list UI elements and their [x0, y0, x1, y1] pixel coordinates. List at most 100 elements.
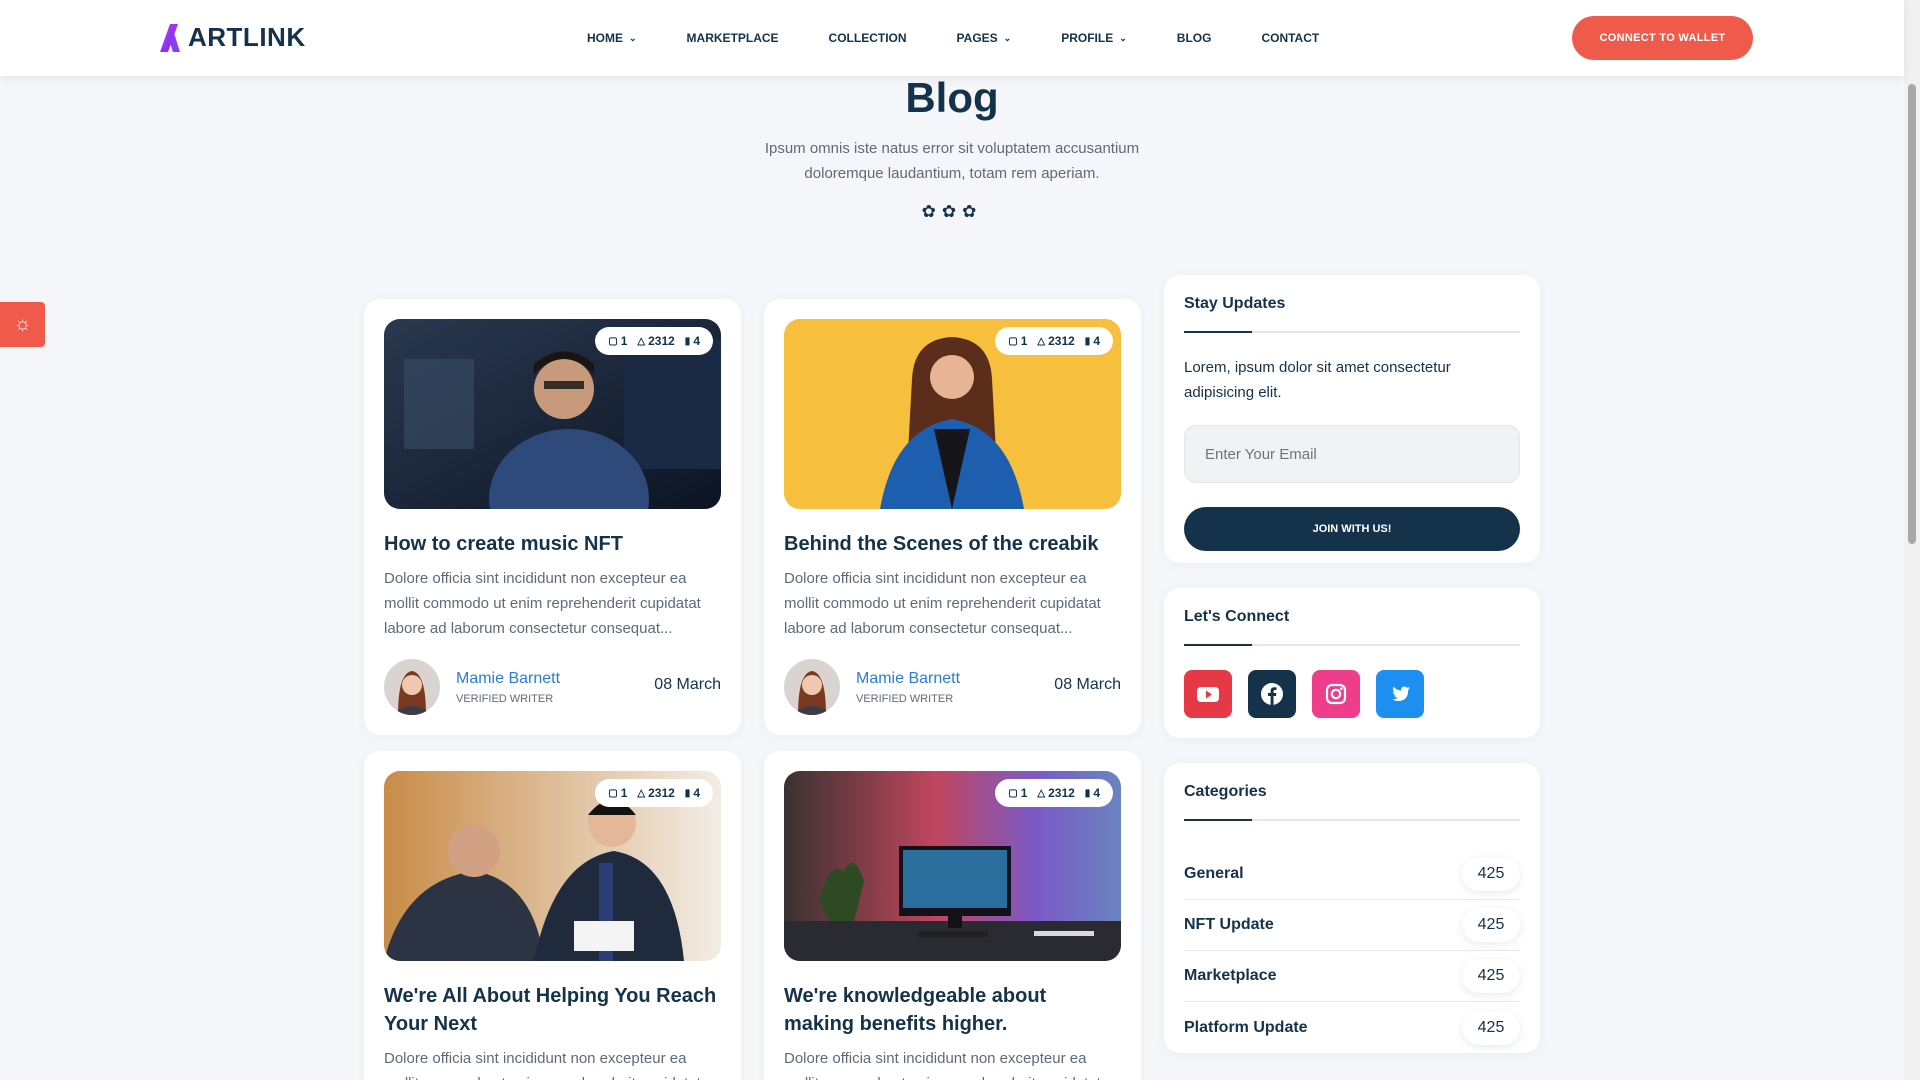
widget-title: Categories	[1184, 783, 1267, 800]
connect-widget: Let's Connect	[1164, 588, 1540, 738]
nav-collection-label: COLLECTION	[828, 31, 907, 45]
likes-count: 2312	[1048, 786, 1075, 800]
twitter-link[interactable]	[1376, 670, 1424, 718]
post-stats: ▢ 1 △ 2312 ▮ 4	[595, 779, 713, 807]
nav-pages[interactable]: PAGES ⌄	[957, 31, 1012, 45]
likes-stat: △ 2312	[637, 334, 674, 348]
likes-stat: △ 2312	[637, 786, 674, 800]
site-header: ARTLINK HOME ⌄ MARKETPLACE COLLECTION PA…	[0, 0, 1904, 76]
flame-icon: △	[637, 787, 646, 799]
instagram-link[interactable]	[1312, 670, 1360, 718]
comment-icon: ▢	[1008, 787, 1018, 799]
category-item[interactable]: Platform Update 425	[1184, 1002, 1520, 1053]
logo-text: ARTLINK	[188, 22, 306, 52]
youtube-link[interactable]	[1184, 670, 1232, 718]
chevron-down-icon: ⌄	[629, 32, 637, 43]
logo-icon	[160, 23, 180, 52]
post-image[interactable]: ▢ 1 △ 2312 ▮ 4	[384, 319, 721, 509]
blog-card[interactable]: ▢ 1 △ 2312 ▮ 4 We're knowledgeable about ma…	[764, 751, 1141, 1080]
comment-icon: ▢	[1008, 335, 1018, 347]
flame-icon: △	[637, 335, 646, 347]
nav-home[interactable]: HOME ⌄	[587, 31, 637, 45]
shares-stat: ▮ 4	[1085, 786, 1100, 800]
post-title[interactable]: How to create music NFT	[384, 530, 721, 558]
category-item[interactable]: Marketplace 425	[1184, 951, 1520, 1002]
post-image[interactable]: ▢ 1 △ 2312 ▮ 4	[784, 319, 1121, 509]
nav-marketplace-label: MARKETPLACE	[686, 31, 779, 45]
shares-stat: ▮ 4	[685, 786, 700, 800]
post-title[interactable]: We're All About Helping You Reach Your N…	[384, 982, 721, 1038]
category-name[interactable]: Platform Update	[1184, 1019, 1308, 1037]
post-stats: ▢ 1 △ 2312 ▮ 4	[995, 779, 1113, 807]
page-subtitle: Ipsum omnis iste natus error sit volupta…	[764, 140, 1140, 182]
nav-blog-label: BLOG	[1176, 31, 1212, 45]
category-item[interactable]: General 425	[1184, 849, 1520, 900]
newsletter-text: Lorem, ipsum dolor sit amet consectetur …	[1184, 359, 1451, 401]
nav-contact-label: CONTACT	[1261, 31, 1320, 45]
shares-stat: ▮ 4	[1085, 334, 1100, 348]
logo[interactable]: ARTLINK	[156, 22, 306, 53]
likes-stat: △ 2312	[1037, 786, 1074, 800]
comments-stat: ▢ 1	[1008, 334, 1027, 348]
post-title[interactable]: Behind the Scenes of the creabik	[784, 530, 1121, 558]
divider	[1184, 644, 1520, 646]
nav-home-label: HOME	[587, 31, 623, 45]
nav-profile-label: PROFILE	[1061, 31, 1114, 45]
bookmark-icon: ▮	[684, 787, 691, 799]
category-count: 425	[1462, 1010, 1520, 1045]
post-excerpt: Dolore officia sint incididunt non excep…	[784, 1050, 1101, 1080]
comments-count: 1	[620, 334, 628, 348]
email-field[interactable]	[1184, 425, 1520, 483]
author-name[interactable]: Mamie Barnett	[856, 670, 960, 688]
facebook-link[interactable]	[1248, 670, 1296, 718]
categories-widget: Categories General 425 NFT Update 425 Ma…	[1164, 763, 1540, 1053]
bookmark-icon: ▮	[1084, 787, 1091, 799]
post-image[interactable]: ▢ 1 △ 2312 ▮ 4	[384, 771, 721, 961]
blog-card[interactable]: ▢ 1 △ 2312 ▮ 4 How to create music NFT Dolo…	[364, 299, 741, 735]
widget-title: Let's Connect	[1184, 608, 1290, 625]
comment-icon: ▢	[608, 335, 618, 347]
join-button[interactable]: JOIN WITH US!	[1184, 507, 1520, 551]
nav-marketplace[interactable]: MARKETPLACE	[687, 31, 779, 45]
comments-stat: ▢ 1	[608, 786, 627, 800]
blog-card[interactable]: ▢ 1 △ 2312 ▮ 4 We're All About Helping You …	[364, 751, 741, 1080]
category-name[interactable]: General	[1184, 865, 1244, 883]
avatar[interactable]	[784, 659, 840, 715]
avatar-image	[784, 659, 840, 715]
author-name[interactable]: Mamie Barnett	[456, 670, 560, 688]
comments-count: 1	[620, 786, 628, 800]
category-count: 425	[1462, 857, 1520, 891]
post-stats: ▢ 1 △ 2312 ▮ 4	[595, 327, 713, 355]
nav-contact[interactable]: CONTACT	[1261, 31, 1319, 45]
author-role: VERIFIED WRITER	[456, 692, 554, 705]
post-excerpt: Dolore officia sint incididunt non excep…	[384, 1050, 701, 1080]
blog-card[interactable]: ▢ 1 △ 2312 ▮ 4 Behind the Scenes of the cre…	[764, 299, 1141, 735]
scrollbar-thumb[interactable]	[1908, 84, 1916, 544]
post-author: Mamie Barnett VERIFIED WRITER 08 March	[784, 659, 1121, 715]
post-title[interactable]: We're knowledgeable about making benefit…	[784, 982, 1121, 1038]
sun-icon: ☼	[13, 313, 32, 335]
chevron-down-icon: ⌄	[1003, 32, 1012, 43]
category-name[interactable]: NFT Update	[1184, 916, 1274, 934]
avatar[interactable]	[384, 659, 440, 715]
category-item[interactable]: NFT Update 425	[1184, 900, 1520, 951]
post-image[interactable]: ▢ 1 △ 2312 ▮ 4	[784, 771, 1121, 961]
page-scrollbar[interactable]	[1904, 0, 1920, 1080]
comments-count: 1	[1020, 334, 1028, 348]
connect-wallet-button[interactable]: CONNECT TO WALLET	[1572, 16, 1753, 60]
theme-toggle-button[interactable]: ☼	[0, 302, 45, 347]
nav-collection[interactable]: COLLECTION	[829, 31, 907, 45]
post-date: 08 March	[654, 676, 721, 693]
likes-stat: △ 2312	[1037, 334, 1074, 348]
post-excerpt: Dolore officia sint incididunt non excep…	[784, 570, 1101, 637]
shares-count: 4	[693, 786, 700, 800]
comment-icon: ▢	[608, 787, 618, 799]
nav-profile[interactable]: PROFILE ⌄	[1061, 31, 1127, 45]
category-name[interactable]: Marketplace	[1184, 967, 1277, 985]
likes-count: 2312	[1048, 334, 1075, 348]
post-date: 08 March	[1054, 676, 1121, 693]
avatar-image	[384, 659, 440, 715]
nav-blog[interactable]: BLOG	[1177, 31, 1212, 45]
author-info: Mamie Barnett VERIFIED WRITER	[856, 670, 960, 705]
likes-count: 2312	[648, 334, 675, 348]
